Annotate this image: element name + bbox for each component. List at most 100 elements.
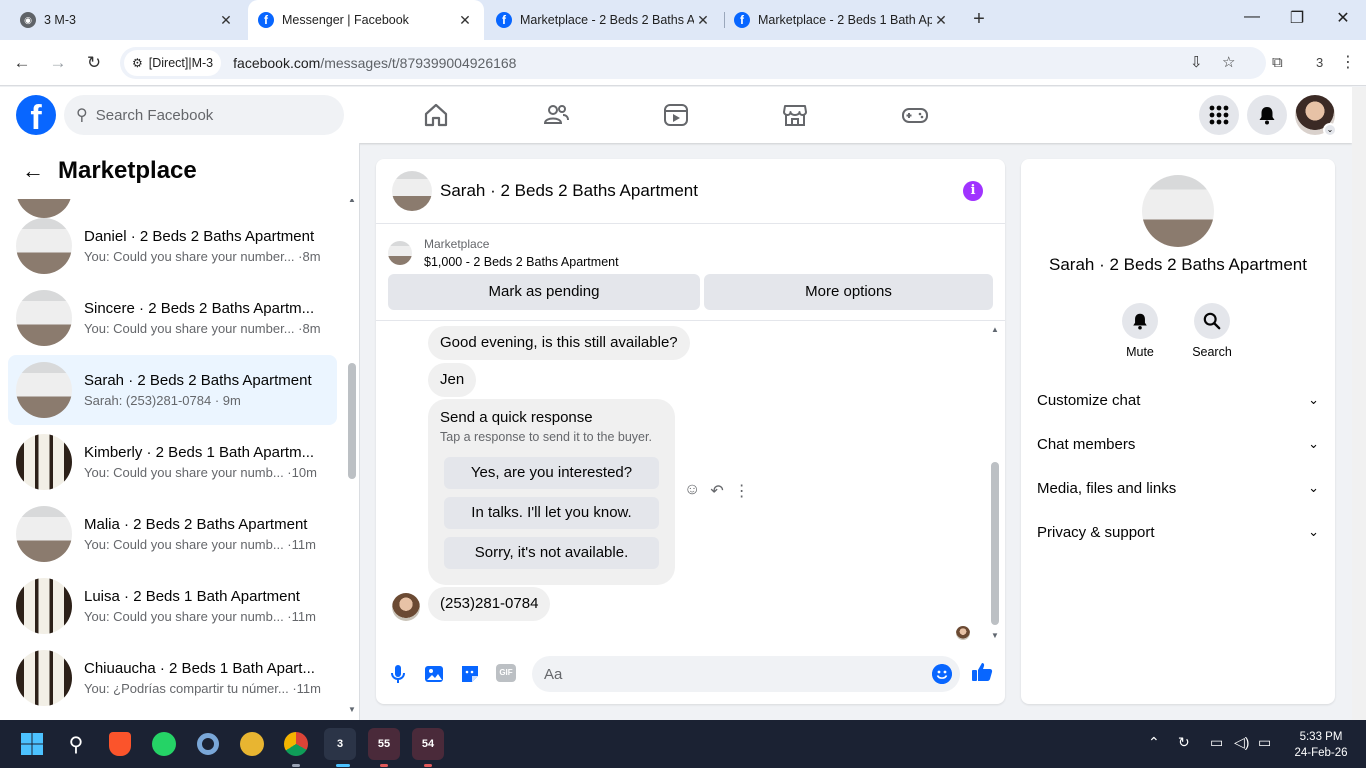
battery-icon[interactable]: ▭ bbox=[1258, 734, 1271, 751]
bookmark-star-icon[interactable]: ☆ bbox=[1222, 47, 1235, 79]
listing-thumbnail bbox=[16, 650, 72, 706]
mark-as-pending-button[interactable]: Mark as pending bbox=[388, 274, 700, 310]
thumbs-up-icon[interactable] bbox=[970, 660, 994, 684]
running-indicator bbox=[292, 764, 300, 767]
windows-start-icon[interactable] bbox=[16, 728, 48, 760]
conversation-item[interactable]: Luisa · 2 Beds 1 Bath Apartment You: Cou… bbox=[8, 571, 337, 641]
chat-avatar[interactable] bbox=[392, 171, 432, 211]
microphone-icon[interactable] bbox=[386, 662, 410, 686]
mute-button[interactable]: Mute bbox=[1105, 303, 1175, 359]
quick-response-option[interactable]: Yes, are you interested? bbox=[444, 457, 659, 489]
media-files-links-section[interactable]: Media, files and links ⌄ bbox=[1029, 468, 1327, 508]
react-emoji-icon[interactable]: ☺ bbox=[684, 481, 700, 501]
conversation-item[interactable]: Chiuaucha · 2 Beds 1 Bath Apart... You: … bbox=[8, 643, 337, 713]
minimize-icon[interactable]: — bbox=[1232, 8, 1272, 26]
menu-grid-icon[interactable] bbox=[1199, 95, 1239, 135]
search-in-chat-button[interactable]: Search bbox=[1177, 303, 1247, 359]
message-input-wrapper[interactable] bbox=[532, 656, 960, 692]
address-bar[interactable]: ⚙ [Direct]|M-3 facebook.com/messages/t/8… bbox=[120, 47, 1266, 79]
system-clock[interactable]: 5:33 PM 24-Feb-26 bbox=[1286, 729, 1356, 761]
running-indicator bbox=[424, 764, 432, 767]
quick-response-option[interactable]: Sorry, it's not available. bbox=[444, 537, 659, 569]
new-tab-button[interactable]: + bbox=[968, 8, 990, 32]
brave-browser-icon[interactable] bbox=[104, 728, 136, 760]
install-app-icon[interactable]: ⇩ bbox=[1190, 47, 1203, 79]
gif-icon[interactable]: GIF bbox=[496, 664, 516, 682]
sync-icon[interactable]: ↻ bbox=[1178, 734, 1190, 751]
message-bubble[interactable]: Jen bbox=[428, 363, 477, 397]
facebook-search-input[interactable] bbox=[95, 106, 316, 124]
more-options-button[interactable]: More options bbox=[704, 274, 993, 310]
facebook-logo-icon[interactable]: f bbox=[16, 95, 56, 135]
message-bubble[interactable]: Good evening, is this still available? bbox=[428, 326, 690, 360]
back-icon[interactable]: ← bbox=[9, 50, 35, 76]
sticker-icon[interactable] bbox=[458, 662, 482, 686]
quick-response-option[interactable]: In talks. I'll let you know. bbox=[444, 497, 659, 529]
close-tab-icon[interactable]: ✕ bbox=[456, 12, 474, 29]
back-arrow-icon[interactable]: ← bbox=[22, 158, 46, 184]
close-tab-icon[interactable]: ✕ bbox=[694, 12, 712, 29]
chat-title[interactable]: Sarah · 2 Beds 2 Baths Apartment bbox=[440, 181, 698, 201]
close-tab-icon[interactable]: ✕ bbox=[932, 12, 950, 29]
page-scrollbar[interactable] bbox=[1352, 87, 1366, 720]
profile-count[interactable]: 3 bbox=[1316, 50, 1323, 76]
message-input[interactable] bbox=[544, 665, 914, 683]
scroll-down-arrow-icon[interactable]: ▼ bbox=[347, 705, 357, 714]
terminal-app-icon[interactable]: 3 bbox=[324, 728, 356, 760]
chat-info-avatar[interactable] bbox=[1142, 175, 1214, 247]
browser-tab-marketplace-1[interactable]: f Marketplace - 2 Beds 2 Baths Ap ✕ bbox=[486, 0, 722, 40]
site-info-chip[interactable]: ⚙ [Direct]|M-3 bbox=[124, 50, 222, 76]
settings-gear-icon[interactable] bbox=[192, 728, 224, 760]
network-icon[interactable]: ▭ bbox=[1210, 734, 1223, 751]
browser-tab-marketplace-2[interactable]: f Marketplace - 2 Beds 1 Bath Ap ✕ bbox=[724, 0, 960, 40]
taskbar-search-icon[interactable]: ⚲ bbox=[60, 728, 92, 760]
browser-menu-icon[interactable]: ⋮ bbox=[1340, 50, 1356, 76]
conversation-item[interactable]: Malia · 2 Beds 2 Baths Apartment You: Co… bbox=[8, 499, 337, 569]
friends-icon[interactable] bbox=[542, 101, 570, 129]
account-avatar[interactable]: ⌄ bbox=[1295, 95, 1337, 137]
browser-tab-messenger[interactable]: f Messenger | Facebook ✕ bbox=[248, 0, 484, 40]
volume-icon[interactable]: ◁) bbox=[1234, 734, 1249, 751]
chat-scrollbar[interactable] bbox=[991, 462, 999, 625]
chat-members-section[interactable]: Chat members ⌄ bbox=[1029, 424, 1327, 464]
app-icon[interactable] bbox=[236, 728, 268, 760]
forward-icon[interactable]: → bbox=[45, 50, 71, 76]
close-tab-icon[interactable]: ✕ bbox=[217, 12, 235, 29]
conversation-name: Malia · 2 Beds 2 Baths Apartment bbox=[84, 516, 308, 533]
conversation-preview: You: ¿Podrías compartir tu númer... ·11m bbox=[84, 681, 321, 696]
browser-tab-profile[interactable]: ◉ 3 M-3 ✕ bbox=[0, 0, 245, 40]
profile-app-icon[interactable]: 55 bbox=[368, 728, 400, 760]
scroll-down-arrow-icon[interactable]: ▼ bbox=[990, 631, 1000, 640]
close-window-icon[interactable]: ✕ bbox=[1323, 8, 1363, 28]
conversation-item-selected[interactable]: Sarah · 2 Beds 2 Baths Apartment Sarah: … bbox=[8, 355, 337, 425]
conversation-list-scrollbar[interactable] bbox=[348, 363, 356, 479]
scroll-up-arrow-icon[interactable]: ▲ bbox=[990, 325, 1000, 334]
reading-mode-icon[interactable]: ⧉ bbox=[1272, 50, 1283, 76]
emoji-icon[interactable] bbox=[932, 664, 952, 684]
conversation-item[interactable]: Daniel · 2 Beds 2 Baths Apartment You: C… bbox=[8, 211, 337, 281]
message-bubble-phone[interactable]: (253)281-0784 bbox=[428, 587, 551, 621]
url-text[interactable]: facebook.com/messages/t/879399004926168 bbox=[233, 55, 516, 71]
info-icon[interactable]: i bbox=[963, 181, 983, 201]
listing-summary[interactable]: Marketplace $1,000 - 2 Beds 2 Baths Apar… bbox=[388, 235, 988, 271]
reload-icon[interactable]: ↻ bbox=[81, 50, 107, 76]
photo-icon[interactable] bbox=[422, 662, 446, 686]
tray-chevron-up-icon[interactable]: ⌃ bbox=[1148, 734, 1160, 751]
video-icon[interactable] bbox=[662, 101, 690, 129]
sender-avatar[interactable] bbox=[392, 593, 420, 621]
reply-icon[interactable]: ↶ bbox=[710, 481, 723, 501]
conversation-item[interactable]: Kimberly · 2 Beds 1 Bath Apartm... You: … bbox=[8, 427, 337, 497]
chrome-icon[interactable] bbox=[280, 728, 312, 760]
gaming-icon[interactable] bbox=[901, 101, 929, 129]
marketplace-icon[interactable] bbox=[781, 101, 809, 129]
more-vertical-icon[interactable]: ⋮ bbox=[734, 481, 750, 501]
home-icon[interactable] bbox=[422, 101, 450, 129]
conversation-item[interactable]: Sincere · 2 Beds 2 Baths Apartm... You: … bbox=[8, 283, 337, 353]
privacy-support-section[interactable]: Privacy & support ⌄ bbox=[1029, 512, 1327, 552]
profile-app-icon[interactable]: 54 bbox=[412, 728, 444, 760]
notifications-bell-icon[interactable] bbox=[1247, 95, 1287, 135]
customize-chat-section[interactable]: Customize chat ⌄ bbox=[1029, 380, 1327, 420]
facebook-search[interactable]: ⚲ bbox=[64, 95, 344, 135]
restore-icon[interactable]: ❐ bbox=[1277, 8, 1317, 28]
whatsapp-icon[interactable] bbox=[148, 728, 180, 760]
